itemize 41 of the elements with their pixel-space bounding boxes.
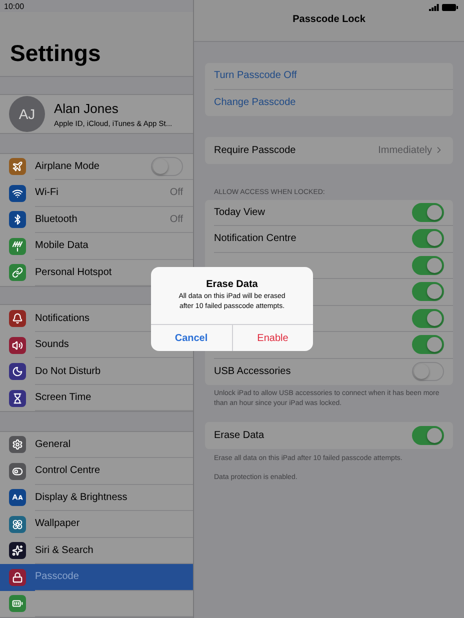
row-label: Mobile Data bbox=[35, 240, 88, 252]
battery-icon bbox=[442, 4, 458, 10]
row-label: Do Not Disturb bbox=[35, 366, 101, 377]
row-label: USB Accessories bbox=[214, 366, 291, 378]
toggle-switch[interactable] bbox=[412, 202, 444, 222]
nav-title: Passcode Lock bbox=[292, 14, 366, 25]
row-label: Wallpaper bbox=[35, 518, 80, 530]
row-value: Off bbox=[170, 214, 183, 225]
row-label: Screen Time bbox=[35, 392, 92, 404]
alert-title: Erase Data bbox=[205, 279, 259, 290]
row-label: Bluetooth bbox=[35, 214, 78, 225]
row-label: Airplane Mode bbox=[35, 160, 100, 172]
toggle-switch[interactable] bbox=[412, 282, 444, 302]
page-title: Settings bbox=[0, 12, 193, 78]
row-label: Today View bbox=[214, 206, 265, 218]
toggle-switch[interactable] bbox=[412, 229, 444, 248]
row-label: General bbox=[35, 438, 71, 450]
signal-icon bbox=[429, 4, 439, 10]
row-label: Personal Hotspot bbox=[35, 266, 112, 278]
toggle-switch[interactable] bbox=[412, 256, 444, 275]
toggle-switch[interactable] bbox=[412, 308, 444, 328]
row-label: Wi-Fi bbox=[35, 187, 58, 198]
status-time: 10:00 bbox=[3, 1, 26, 12]
enable-button[interactable]: Enable bbox=[232, 325, 313, 351]
row-label: Siri & Search bbox=[35, 544, 94, 556]
row-value: Off bbox=[170, 187, 183, 198]
toggle-switch[interactable] bbox=[412, 362, 444, 382]
row-label: Display & Brightness bbox=[35, 492, 128, 503]
settings-row[interactable] bbox=[0, 590, 193, 617]
profile-name: Alan Jones bbox=[54, 100, 120, 116]
row-label: Passcode bbox=[35, 571, 79, 582]
row-label: Erase Data bbox=[214, 430, 264, 441]
toggle-switch[interactable] bbox=[412, 335, 444, 354]
toggle-switch[interactable] bbox=[151, 156, 183, 176]
row-label: Notification Centre bbox=[214, 233, 296, 244]
row-label: Control Centre bbox=[35, 465, 100, 476]
avatar: AJ bbox=[9, 96, 45, 132]
row-label: Require Passcode bbox=[214, 144, 296, 156]
row-label: Sounds bbox=[35, 339, 69, 350]
toggle-switch[interactable] bbox=[412, 426, 444, 445]
row-label: Notifications bbox=[35, 312, 90, 324]
